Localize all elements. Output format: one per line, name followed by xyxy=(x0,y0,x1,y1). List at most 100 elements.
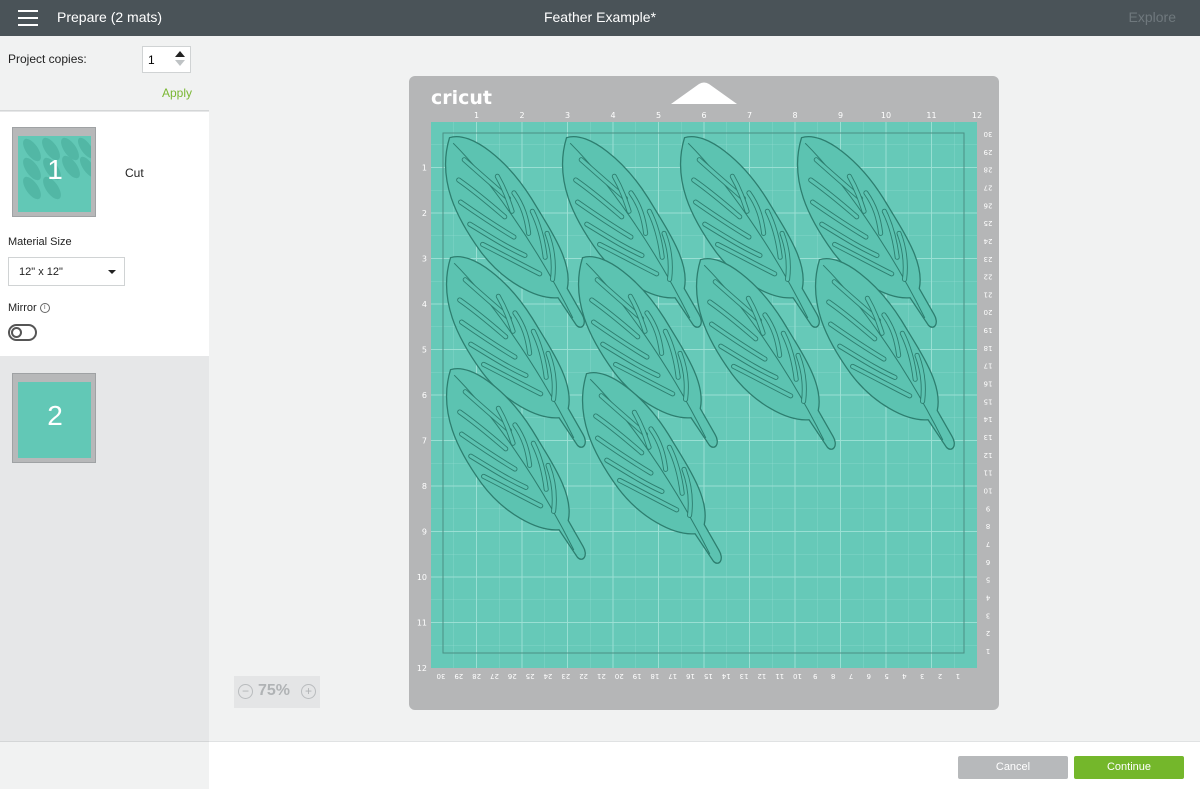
material-size-select[interactable]: 12" x 12" xyxy=(8,257,125,286)
ruler-label-top: 12 xyxy=(972,111,982,120)
ruler-label-right: 7 xyxy=(986,540,990,548)
stepper-arrows xyxy=(174,50,186,70)
increment-arrow-icon[interactable] xyxy=(175,51,185,57)
ruler-label-left: 4 xyxy=(422,300,427,309)
ruler-label-left: 1 xyxy=(422,164,427,173)
ruler-label-left: 9 xyxy=(422,528,427,537)
ruler-label-left: 8 xyxy=(422,482,427,491)
material-size-label: Material Size xyxy=(8,236,72,248)
ruler-label-right: 23 xyxy=(984,255,993,263)
ruler-label-right: 2 xyxy=(986,629,990,637)
mat-1-number: 1 xyxy=(47,154,63,185)
ruler-label-bottom: 29 xyxy=(454,672,463,680)
ruler-label-bottom: 22 xyxy=(579,672,588,680)
ruler-label-right: 13 xyxy=(984,433,993,441)
mat-2-number: 2 xyxy=(47,400,63,431)
ruler-label-bottom: 23 xyxy=(561,672,570,680)
mirror-label-row: Mirror i xyxy=(8,302,50,314)
ruler-label-top: 7 xyxy=(747,111,752,120)
ruler-label-top: 2 xyxy=(519,111,524,120)
ruler-label-bottom: 15 xyxy=(704,672,713,680)
ruler-label-right: 19 xyxy=(984,326,993,334)
ruler-label-right: 14 xyxy=(983,415,992,423)
ruler-label-bottom: 8 xyxy=(831,672,835,680)
ruler-label-bottom: 28 xyxy=(472,672,481,680)
ruler-label-top: 4 xyxy=(610,111,615,120)
ruler-label-bottom: 18 xyxy=(650,672,659,680)
ruler-label-right: 28 xyxy=(984,166,993,174)
mat-1-thumbnail[interactable]: 1 xyxy=(12,127,97,217)
cancel-button[interactable]: Cancel xyxy=(958,756,1068,779)
ruler-label-right: 18 xyxy=(984,344,993,352)
ruler-label-top: 11 xyxy=(926,111,936,120)
project-copies-label: Project copies: xyxy=(8,52,87,66)
sidebar-footer xyxy=(0,741,209,789)
mat-2-thumbnail[interactable]: 2 xyxy=(12,373,96,463)
ruler-label-right: 5 xyxy=(986,576,990,584)
footer-bar: Cancel Continue xyxy=(209,741,1200,789)
ruler-label-right: 6 xyxy=(985,558,990,566)
ruler-label-left: 7 xyxy=(422,437,427,446)
ruler-label-bottom: 21 xyxy=(597,672,606,680)
ruler-label-right: 16 xyxy=(983,380,992,388)
ruler-label-top: 10 xyxy=(881,111,891,120)
ruler-label-left: 10 xyxy=(417,573,427,582)
ruler-label-left: 5 xyxy=(422,346,427,355)
ruler-label-right: 21 xyxy=(984,290,993,298)
chevron-down-icon xyxy=(108,270,116,274)
ruler-label-top: 8 xyxy=(792,111,797,120)
ruler-label-right: 26 xyxy=(983,201,992,209)
ruler-label-bottom: 2 xyxy=(938,672,942,680)
ruler-label-top: 1 xyxy=(474,111,479,120)
zoom-out-icon[interactable]: − xyxy=(238,684,253,699)
ruler-label-right: 20 xyxy=(984,308,993,316)
ruler-label-right: 17 xyxy=(984,362,993,370)
ruler-label-right: 1 xyxy=(986,647,990,655)
ruler-label-bottom: 4 xyxy=(902,672,907,680)
ruler-label-right: 11 xyxy=(984,469,993,477)
zoom-control: − 75% + xyxy=(234,676,320,708)
apply-button[interactable]: Apply xyxy=(162,86,192,100)
ruler-label-right: 12 xyxy=(984,451,993,459)
material-size-value: 12" x 12" xyxy=(19,266,63,278)
info-icon[interactable]: i xyxy=(39,303,50,314)
decrement-arrow-icon[interactable] xyxy=(175,60,185,66)
ruler-label-left: 6 xyxy=(422,391,427,400)
continue-button[interactable]: Continue xyxy=(1074,756,1184,779)
cricut-logo: cricut xyxy=(431,87,492,109)
ruler-label-bottom: 30 xyxy=(437,672,446,680)
zoom-in-icon[interactable]: + xyxy=(301,684,316,699)
ruler-label-right: 3 xyxy=(986,611,990,619)
ruler-label-right: 22 xyxy=(984,273,993,281)
prepare-title: Prepare (2 mats) xyxy=(57,9,163,25)
explore-link[interactable]: Explore xyxy=(1129,9,1176,25)
ruler-label-bottom: 10 xyxy=(793,672,802,680)
ruler-label-bottom: 1 xyxy=(956,672,960,680)
ruler-label-bottom: 14 xyxy=(721,672,730,680)
ruler-label-bottom: 16 xyxy=(686,672,695,680)
hamburger-menu-icon[interactable] xyxy=(18,10,38,26)
mirror-toggle[interactable] xyxy=(8,324,37,341)
ruler-label-right: 25 xyxy=(984,219,993,227)
project-copies-input[interactable] xyxy=(148,51,170,68)
ruler-label-right: 9 xyxy=(986,504,990,512)
ruler-label-left: 11 xyxy=(417,619,427,628)
project-copies-panel: Project copies: Apply xyxy=(0,36,209,111)
top-bar: Prepare (2 mats) Feather Example* Explor… xyxy=(0,0,1200,36)
ruler-label-bottom: 7 xyxy=(849,672,853,680)
ruler-label-top: 3 xyxy=(565,111,570,120)
ruler-label-bottom: 9 xyxy=(813,672,817,680)
ruler-label-bottom: 20 xyxy=(615,672,624,680)
ruler-label-right: 30 xyxy=(984,130,993,138)
ruler-label-bottom: 13 xyxy=(740,672,749,680)
mirror-label: Mirror xyxy=(8,302,37,314)
ruler-label-left: 3 xyxy=(422,255,427,264)
ruler-label-left: 2 xyxy=(422,209,427,218)
ruler-label-bottom: 3 xyxy=(920,672,924,680)
cutting-mat[interactable]: cricut 1 2 3 4 5 6 7 8 9 10 11 1212345678910111230 2… xyxy=(409,76,999,710)
ruler-label-top: 5 xyxy=(656,111,661,120)
ruler-label-bottom: 12 xyxy=(757,672,766,680)
ruler-label-bottom: 25 xyxy=(526,672,535,680)
document-title: Feather Example* xyxy=(543,9,657,25)
ruler-label-right: 29 xyxy=(984,148,993,156)
